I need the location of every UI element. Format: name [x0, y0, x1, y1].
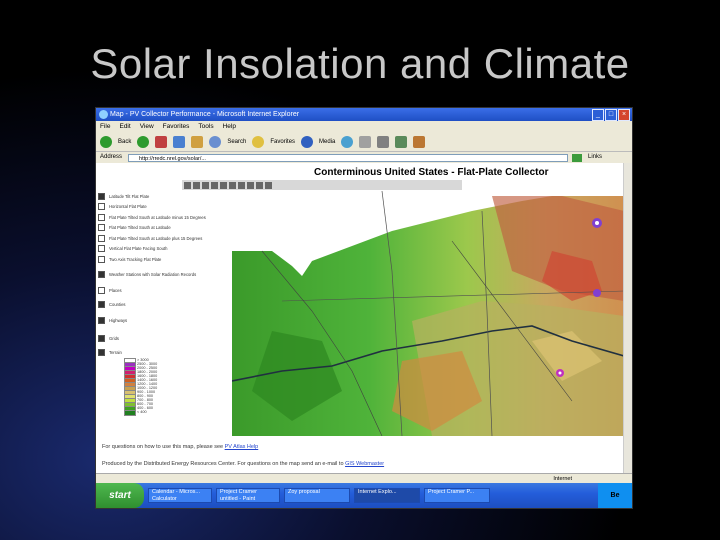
- menu-favorites[interactable]: Favorites: [163, 121, 190, 132]
- legend-layer[interactable]: Counties: [98, 298, 228, 312]
- layer-checkbox[interactable]: [98, 213, 105, 221]
- favorites-button-label[interactable]: Favorites: [270, 139, 295, 145]
- terrain-scale: > 3000 2500 - 3000 2000 - 2500 1800 - 2000 1…: [124, 358, 164, 416]
- layer-checkbox[interactable]: [98, 192, 105, 200]
- menu-file[interactable]: File: [100, 121, 110, 132]
- back-button-label[interactable]: Back: [118, 139, 131, 145]
- menu-view[interactable]: View: [140, 121, 154, 132]
- legend-layer[interactable]: Latitude Tilt Flat Plate: [98, 191, 228, 202]
- edit-icon[interactable]: [395, 135, 408, 148]
- map-toolbar: [182, 180, 462, 190]
- slide-title: Solar Insolation and Climate: [90, 40, 630, 87]
- menu-tools[interactable]: Tools: [198, 121, 213, 132]
- menu-bar: File Edit View Favorites Tools Help: [96, 121, 632, 132]
- layer-checkbox[interactable]: [98, 245, 105, 253]
- address-label: Address: [100, 154, 123, 160]
- full-extent-icon[interactable]: [220, 181, 227, 189]
- layer-checkbox[interactable]: [98, 301, 105, 308]
- legend-layer[interactable]: Flat Plate Tilted South at Latitude minu…: [98, 212, 228, 223]
- legend-layer[interactable]: Vertical Flat Plate Facing South: [98, 244, 228, 255]
- mail-icon[interactable]: [359, 135, 372, 148]
- query-icon[interactable]: [256, 181, 263, 189]
- address-bar: Address http://rredc.nrel.gov/solar/... …: [96, 152, 632, 163]
- scale-row: < 400: [124, 410, 164, 416]
- print-map-icon[interactable]: [247, 181, 254, 189]
- go-button[interactable]: [572, 153, 583, 162]
- refresh-icon[interactable]: [173, 135, 186, 148]
- internet-explorer-icon: [99, 110, 108, 119]
- gis-webmaster-link[interactable]: GIS Webmaster: [345, 461, 384, 467]
- layer-checkbox[interactable]: [98, 234, 105, 242]
- measure-icon[interactable]: [238, 181, 245, 189]
- maximize-button[interactable]: □: [605, 109, 617, 121]
- media-icon[interactable]: [301, 135, 314, 148]
- layer-checkbox[interactable]: [98, 270, 105, 278]
- footer-help: For questions on how to use this map, pl…: [102, 444, 259, 450]
- layer-checkbox[interactable]: [98, 224, 105, 232]
- legend-layer[interactable]: Flat Plate Tilted South at Latitude plus…: [98, 233, 228, 244]
- pv-atlas-help-link[interactable]: PV Atlas Help: [225, 444, 259, 450]
- layer-checkbox[interactable]: [98, 255, 105, 263]
- favorites-star-icon[interactable]: [252, 135, 265, 148]
- layer-checkbox[interactable]: [98, 317, 105, 324]
- home-icon[interactable]: [191, 135, 204, 148]
- taskbar-item-active[interactable]: Internet Explo...: [354, 488, 420, 503]
- legend-layer[interactable]: Weather Stations with Solar Radiation Re…: [98, 265, 228, 284]
- menu-edit[interactable]: Edit: [119, 121, 130, 132]
- scale-swatch: [124, 410, 136, 416]
- taskbar-item[interactable]: Project Cramer P...: [424, 488, 490, 503]
- minimize-button[interactable]: _: [592, 109, 604, 121]
- start-button[interactable]: start: [96, 483, 144, 508]
- search-button-label[interactable]: Search: [227, 139, 246, 145]
- print-icon[interactable]: [377, 135, 390, 148]
- legend-layer[interactable]: Places: [98, 284, 228, 298]
- map-heading: Conterminous United States - Flat-Plate …: [314, 167, 549, 178]
- legend-layer[interactable]: Terrain: [98, 348, 228, 359]
- pan-icon[interactable]: [202, 181, 209, 189]
- windows-taskbar: start Calendar - Micros... Calculator Pro…: [96, 483, 632, 508]
- close-button[interactable]: ×: [618, 109, 630, 121]
- legend-layer[interactable]: Flat Plate Tilted South at Latitude: [98, 223, 228, 234]
- footer-credits: Produced by the Distributed Energy Resou…: [102, 461, 385, 467]
- identify-icon[interactable]: [211, 181, 218, 189]
- zoom-out-icon[interactable]: [193, 181, 200, 189]
- system-tray: Be: [598, 483, 632, 508]
- zoom-in-icon[interactable]: [184, 181, 191, 189]
- legend-layer[interactable]: Grids: [98, 330, 228, 348]
- address-input[interactable]: http://rredc.nrel.gov/solar/...: [128, 153, 569, 162]
- browser-screenshot: Map - PV Collector Performance - Microso…: [95, 107, 633, 509]
- layer-checkbox[interactable]: [98, 203, 105, 211]
- legend-layer[interactable]: Two Axis Tracking Flat Plate: [98, 254, 228, 265]
- page-content: Conterminous United States - Flat-Plate …: [96, 163, 632, 473]
- media-button-label[interactable]: Media: [319, 139, 335, 145]
- forward-arrow-icon[interactable]: [137, 135, 150, 148]
- layer-checkbox[interactable]: [98, 349, 105, 357]
- links-label[interactable]: Links: [588, 152, 602, 163]
- scale-label: < 400: [137, 410, 147, 414]
- layer-checkbox[interactable]: [98, 335, 105, 342]
- history-icon[interactable]: [341, 135, 354, 148]
- select-icon[interactable]: [229, 181, 236, 189]
- taskbar-item[interactable]: Project Cramer untitled - Paint: [216, 488, 280, 503]
- discuss-icon[interactable]: [413, 135, 426, 148]
- taskbar-item[interactable]: Zoy proposal: [284, 488, 350, 503]
- taskbar-item[interactable]: Calendar - Micros... Calculator: [148, 488, 212, 503]
- browser-toolbar: Back Search Favorites Media: [96, 132, 632, 152]
- window-titlebar[interactable]: Map - PV Collector Performance - Microso…: [96, 108, 632, 121]
- vertical-scrollbar[interactable]: [623, 163, 632, 473]
- stop-icon[interactable]: [155, 135, 168, 148]
- legend-layer[interactable]: Horizontal Flat Plate: [98, 202, 228, 213]
- window-title: Map - PV Collector Performance - Microso…: [110, 111, 300, 118]
- legend-icon[interactable]: [265, 181, 272, 189]
- legend-layer[interactable]: Highways: [98, 312, 228, 330]
- terrain-map[interactable]: [232, 191, 624, 436]
- layer-checkbox[interactable]: [98, 287, 105, 294]
- menu-help[interactable]: Help: [223, 121, 236, 132]
- search-icon[interactable]: [209, 135, 222, 148]
- window-controls: _ □ ×: [592, 109, 630, 121]
- back-arrow-icon[interactable]: [100, 135, 112, 148]
